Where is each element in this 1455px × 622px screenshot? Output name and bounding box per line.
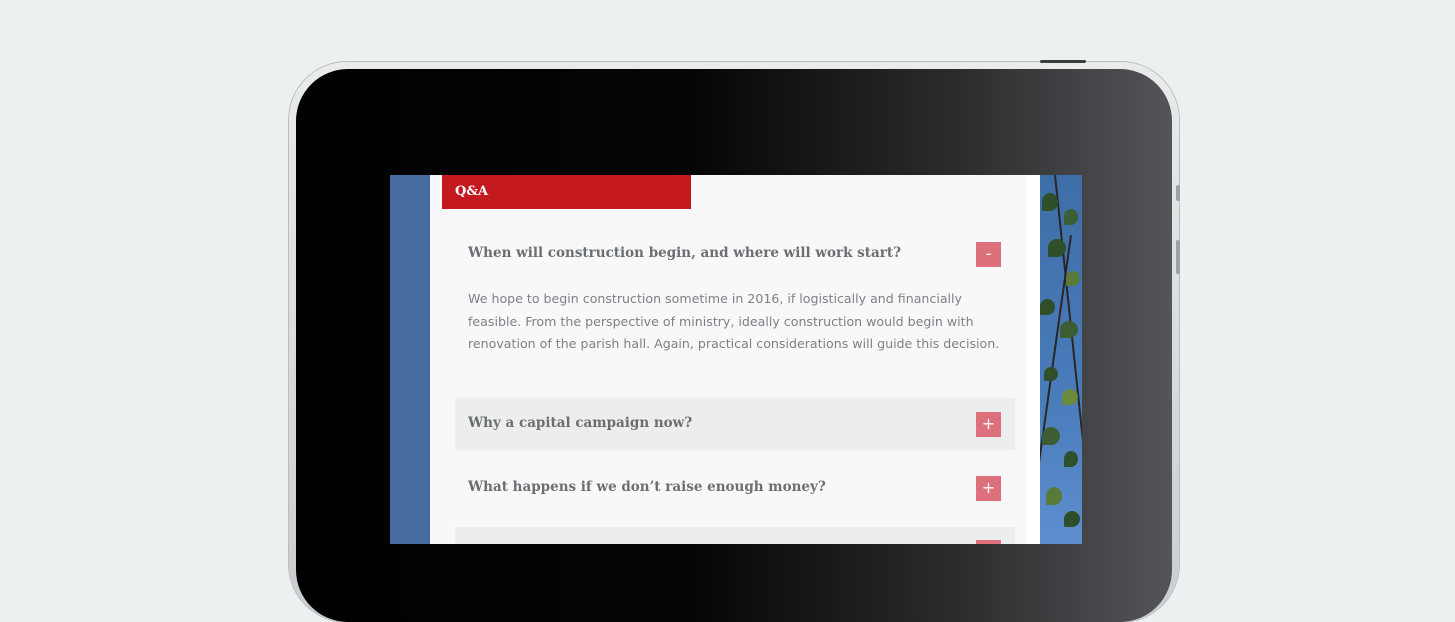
expand-toggle-button[interactable]: +: [976, 540, 1001, 544]
faq-item-3[interactable]: What happens if we don’t raise enough mo…: [455, 462, 1015, 514]
tablet-power-button: [1040, 60, 1086, 63]
background-left-strip: [390, 175, 430, 544]
expand-toggle-button[interactable]: +: [976, 412, 1001, 437]
tablet-volume-down-button: [1176, 240, 1180, 274]
tablet-screen: Q&A When will construction begin, and wh…: [390, 175, 1082, 544]
faq-item-1: When will construction begin, and where …: [455, 223, 1015, 393]
qa-panel: Q&A When will construction begin, and wh…: [430, 175, 1026, 544]
qa-section-tab: Q&A: [442, 175, 691, 209]
tablet-volume-up-button: [1176, 185, 1180, 201]
background-foliage-image: [1040, 175, 1082, 544]
collapse-toggle-button[interactable]: -: [976, 242, 1001, 267]
faq-item-2[interactable]: Why a capital campaign now? +: [455, 398, 1015, 450]
expand-toggle-button[interactable]: +: [976, 476, 1001, 501]
faq-item-4[interactable]: +: [455, 527, 1015, 544]
faq-question[interactable]: Why a capital campaign now?: [468, 415, 692, 431]
faq-question[interactable]: When will construction begin, and where …: [468, 245, 901, 261]
faq-question[interactable]: What happens if we don’t raise enough mo…: [468, 479, 826, 495]
faq-answer: We hope to begin construction sometime i…: [468, 291, 1000, 351]
